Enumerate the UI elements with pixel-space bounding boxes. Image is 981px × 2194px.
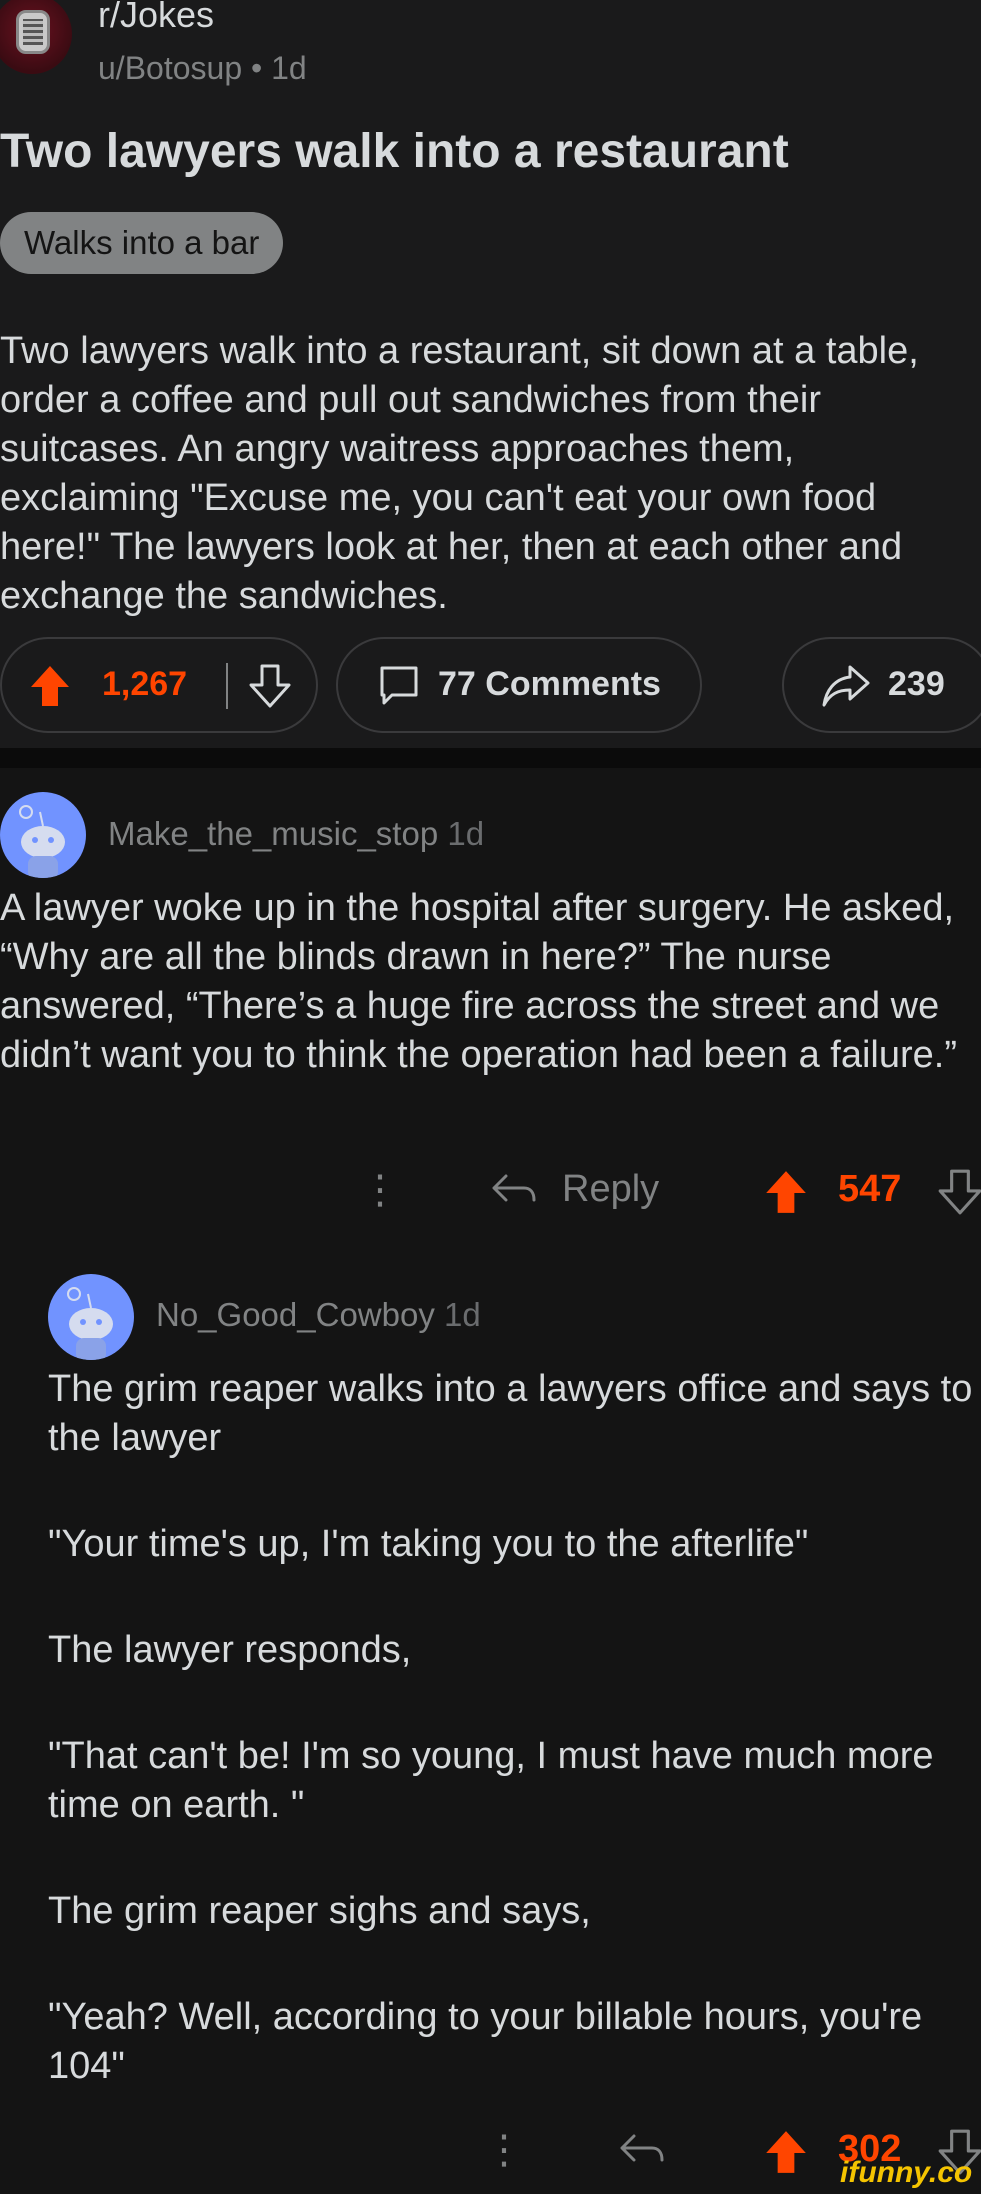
post-age: 1d <box>271 50 307 86</box>
comment-paragraph: "Your time's up, I'm taking you to the a… <box>48 1523 809 1565</box>
comments-button[interactable]: 77 Comments <box>336 637 702 733</box>
comment-body: A lawyer woke up in the hospital after s… <box>0 887 957 1076</box>
subreddit-avatar[interactable] <box>0 0 72 74</box>
more-options-icon[interactable]: ⋮ <box>484 2120 524 2180</box>
post-flair[interactable]: Walks into a bar <box>0 212 284 274</box>
post-title[interactable]: Two lawyers walk into a restaurant <box>0 124 789 179</box>
comments-count: 77 Comments <box>438 665 661 703</box>
commenter-avatar[interactable] <box>48 1274 134 1360</box>
downvote-icon[interactable] <box>248 663 292 709</box>
downvote-icon[interactable] <box>936 1168 981 1216</box>
upvote-icon[interactable] <box>762 2128 810 2176</box>
comment-bubble-icon <box>380 666 418 705</box>
post-body: Two lawyers walk into a restaurant, sit … <box>0 330 919 617</box>
comment-username-text[interactable]: No_Good_Cowboy <box>156 1296 435 1333</box>
share-button[interactable]: 239 <box>782 637 981 733</box>
share-count: 239 <box>888 665 945 703</box>
vote-divider <box>226 663 228 709</box>
post-author-line: u/Botosup • 1d <box>98 50 307 86</box>
post-score: 1,267 <box>102 665 188 703</box>
share-arrow-icon <box>822 665 870 707</box>
comment-paragraph: The grim reaper sighs and says, <box>48 1890 591 1932</box>
more-options-icon[interactable]: ⋮ <box>360 1160 400 1220</box>
reply-button[interactable]: Reply <box>562 1168 659 1211</box>
snoo-avatar-icon <box>67 1287 113 1360</box>
comment-paragraph: "That can't be! I'm so young, I must hav… <box>48 1735 934 1826</box>
comment-actions: ⋮ 302 <box>0 2120 981 2180</box>
comment-paragraph: The lawyer responds, <box>48 1629 412 1671</box>
subreddit-name[interactable]: r/Jokes <box>98 0 214 36</box>
watermark: ifunny.co <box>840 2156 973 2189</box>
comment-score: 547 <box>838 1168 902 1210</box>
comment-paragraph: "Yeah? Well, according to your billable … <box>48 1996 923 2087</box>
microphone-icon <box>16 10 50 54</box>
comment-body: The grim reaper walks into a lawyers off… <box>48 1365 981 2148</box>
section-divider <box>0 748 981 768</box>
upvote-icon[interactable] <box>762 1168 810 1216</box>
comment-age: 1d <box>447 815 485 852</box>
comment-actions: ⋮ Reply 547 <box>0 1160 981 1220</box>
snoo-avatar-icon <box>19 805 65 878</box>
comment-username-text[interactable]: Make_the_music_stop <box>108 815 438 852</box>
comment-username[interactable]: Make_the_music_stop 1d <box>108 815 484 853</box>
upvote-icon[interactable] <box>28 663 72 709</box>
post-card: r/Jokes u/Botosup • 1d Two lawyers walk … <box>0 0 981 748</box>
comment-paragraph: The grim reaper walks into a lawyers off… <box>48 1368 973 1459</box>
reply-arrow-icon[interactable] <box>618 2130 666 2170</box>
comment-age: 1d <box>444 1296 481 1333</box>
reply-arrow-icon[interactable] <box>490 1170 538 1210</box>
post-vote-bar: 1,267 <box>0 637 318 733</box>
post-author[interactable]: u/Botosup <box>98 50 242 86</box>
commenter-avatar[interactable] <box>0 792 86 878</box>
comment-username[interactable]: No_Good_Cowboy 1d <box>156 1296 481 1334</box>
